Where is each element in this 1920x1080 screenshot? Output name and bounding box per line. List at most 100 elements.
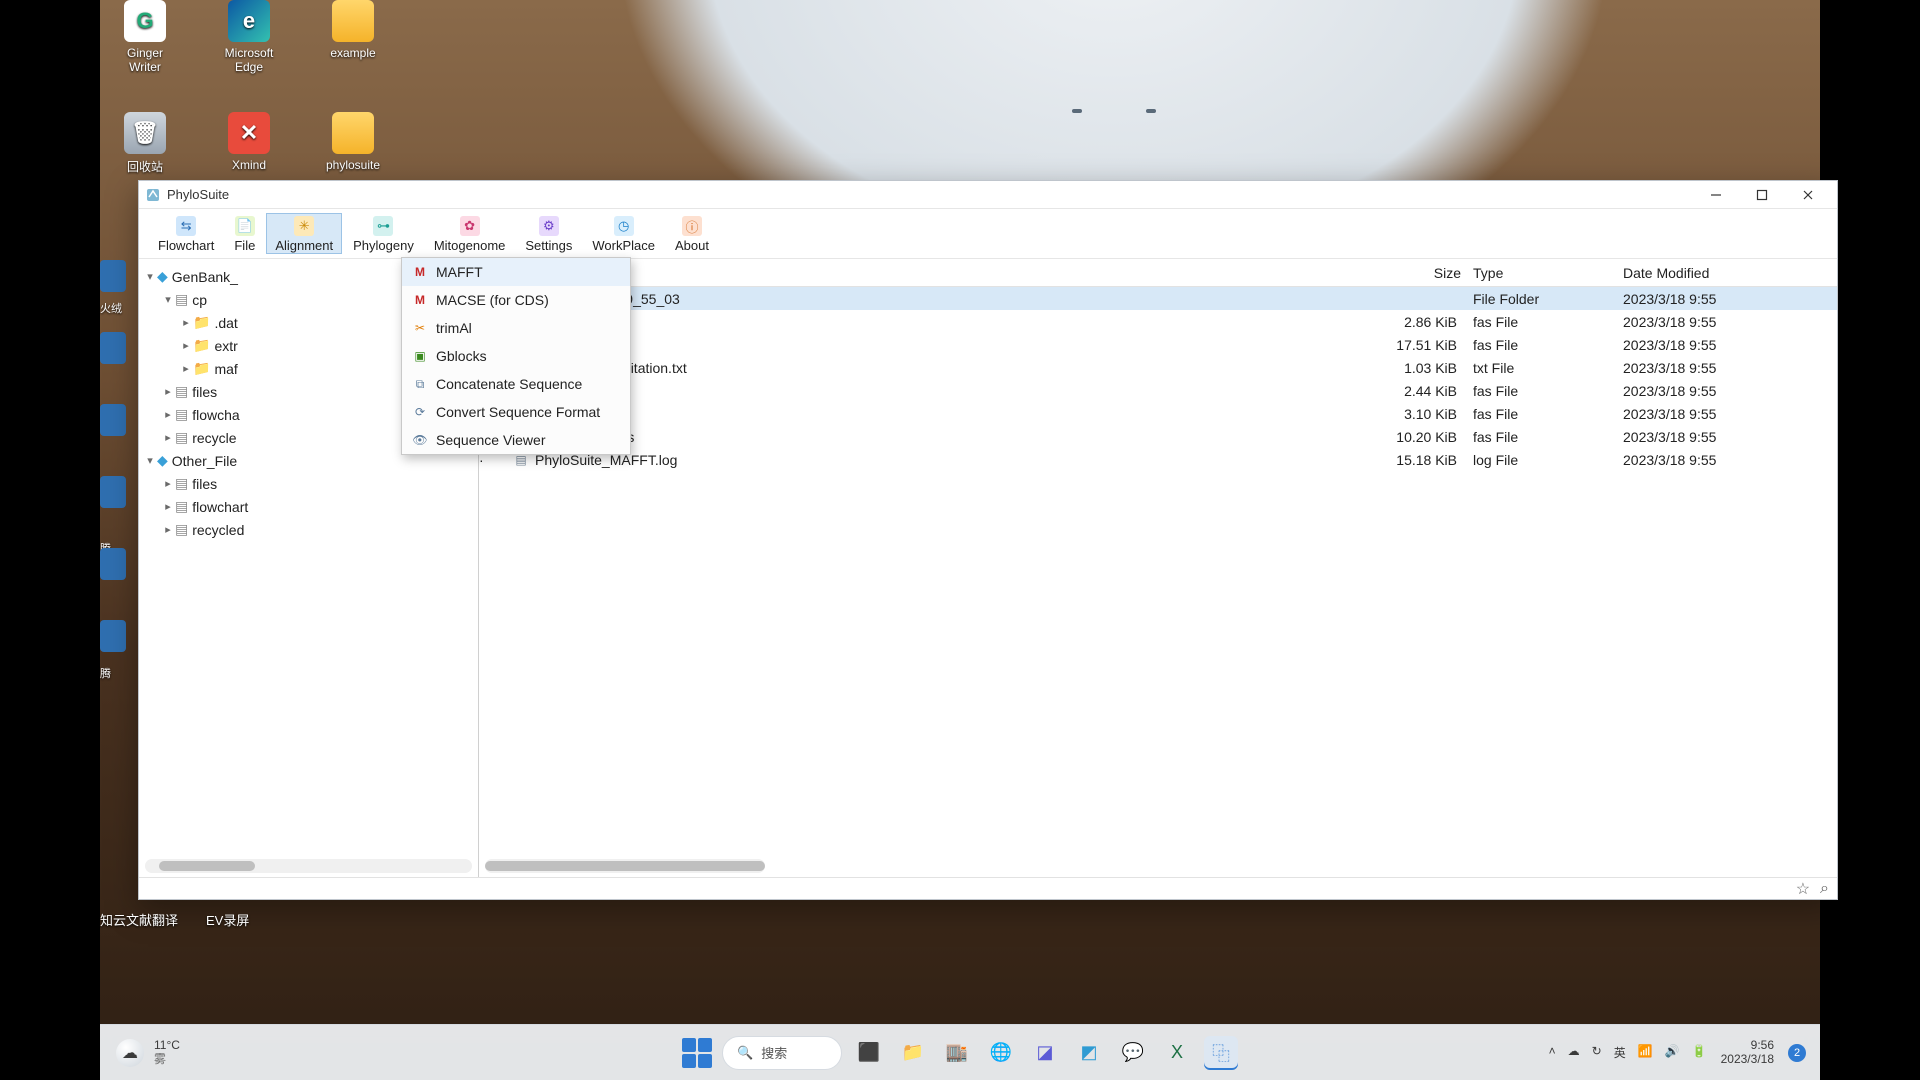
tree-horizontal-scrollbar[interactable] <box>145 859 472 873</box>
toolbar-flowchart[interactable]: ⇆ Flowchart <box>149 213 223 254</box>
tray-icon-6[interactable]: 🔋 <box>1692 1044 1707 1061</box>
desktop-icon-phylosuite-folder[interactable]: phylosuite <box>318 112 388 175</box>
toolbar-settings[interactable]: ⚙Settings <box>516 213 581 254</box>
microsoft-edge-tile-icon: e <box>228 0 270 42</box>
tree-twisty-icon[interactable]: ▸ <box>161 408 175 421</box>
taskbar-app-app-purple[interactable]: ◪ <box>1028 1036 1062 1070</box>
menu-item-label: Sequence Viewer <box>436 432 545 448</box>
desktop-icon-label: phylosuite <box>326 158 380 172</box>
menu-item-macse[interactable]: MMACSE (for CDS) <box>402 286 630 314</box>
taskbar-app-file-explorer[interactable]: 📁 <box>896 1036 930 1070</box>
trimal-icon: ✂ <box>412 320 428 336</box>
toolbar-about[interactable]: ⓘAbout <box>666 213 718 254</box>
taskbar-search[interactable]: 🔍 搜索 <box>722 1036 842 1070</box>
file-size: 10.20 KiB <box>1337 429 1467 445</box>
window-title: PhyloSuite <box>167 187 229 202</box>
taskbar-app-app-blue[interactable]: ◩ <box>1072 1036 1106 1070</box>
menu-item-trimal[interactable]: ✂ trimAl <box>402 314 630 342</box>
table-row[interactable]: ·▤rps4_mafft.fas3.10 KiBfas File2023/3/1… <box>479 402 1837 425</box>
column-date[interactable]: Date Modified <box>1617 265 1837 281</box>
taskbar-app-phylosuite[interactable]: ⿻ <box>1204 1036 1238 1070</box>
desktop-icon-microsoft-edge[interactable]: e MicrosoftEdge <box>214 0 284 74</box>
file-type: txt File <box>1467 360 1617 376</box>
tree-twisty-icon[interactable]: ▸ <box>179 362 193 375</box>
star-icon[interactable]: ☆ <box>1796 879 1810 899</box>
tree-twisty-icon[interactable]: ▾ <box>161 293 175 306</box>
taskbar-weather[interactable]: ☁ 11°C 雾 <box>116 1039 180 1067</box>
table-row[interactable]: ·▤summary and citation.txt1.03 KiBtxt Fi… <box>479 356 1837 379</box>
file-icon: 📄 <box>235 216 255 236</box>
about-icon: ⓘ <box>682 216 702 236</box>
table-row[interactable]: ·▤rpoC1_mafft.fas10.20 KiBfas File2023/3… <box>479 425 1837 448</box>
tray-icon-4[interactable]: 📶 <box>1638 1044 1653 1061</box>
tree-twisty-icon[interactable]: ▸ <box>179 339 193 352</box>
file-type: fas File <box>1467 406 1617 422</box>
tree-doc-icon: ▤ <box>175 291 188 308</box>
desktop-icon-ginger-writer[interactable]: GGingerWriter <box>110 0 180 74</box>
tree-twisty-icon[interactable]: ▸ <box>161 385 175 398</box>
column-headers: ▾ Name▴ Size Type Date Modified <box>479 259 1837 287</box>
toolbar-alignment[interactable]: ✳Alignment <box>266 213 342 254</box>
tree-fld-icon: 📁 <box>193 360 210 377</box>
menu-item-sequence-viewer[interactable]: 👁Sequence Viewer <box>402 426 630 454</box>
search-icon[interactable]: ⌕ <box>1820 880 1829 898</box>
tree-twisty-icon[interactable]: ▾ <box>143 454 157 467</box>
toolbar-file[interactable]: 📄File <box>225 213 264 254</box>
file-type: log File <box>1467 452 1617 468</box>
taskbar-app-wechat[interactable]: 💬 <box>1116 1036 1150 1070</box>
tree-fld-icon: 📁 <box>193 337 210 354</box>
titlebar[interactable]: PhyloSuite <box>139 181 1837 209</box>
tray-icon-2[interactable]: ↻ <box>1592 1044 1602 1061</box>
list-horizontal-scrollbar[interactable] <box>485 859 765 873</box>
tree-node[interactable]: ▸▤files <box>143 472 474 495</box>
menu-item-gblocks[interactable]: ▣Gblocks <box>402 342 630 370</box>
minimize-button[interactable] <box>1693 181 1739 209</box>
table-row[interactable]: ·▤rps7_mafft.fas2.44 KiBfas File2023/3/1… <box>479 379 1837 402</box>
desktop-icon-recycle-bin[interactable]: 🗑回收站 <box>110 112 180 175</box>
tree-node[interactable]: ▸▤flowchart <box>143 495 474 518</box>
tree-twisty-icon[interactable]: ▸ <box>179 316 193 329</box>
desktop-icon-example-folder[interactable]: example <box>318 0 388 74</box>
menu-item-convert-sequence-format[interactable]: ⟳Convert Sequence Format <box>402 398 630 426</box>
column-size[interactable]: Size <box>1337 265 1467 281</box>
file-date: 2023/3/18 9:55 <box>1617 406 1837 422</box>
file-list-pane: ▾ Name▴ Size Type Date Modified ▸📁2023_0… <box>479 259 1837 877</box>
toolbar-workplace[interactable]: ◷WorkPlace <box>583 213 664 254</box>
tray-icon-0[interactable]: ˄ <box>1549 1044 1556 1061</box>
maximize-button[interactable] <box>1739 181 1785 209</box>
tree-twisty-icon[interactable]: ▸ <box>161 477 175 490</box>
toolbar-mitogenome[interactable]: ✿Mitogenome <box>425 213 515 254</box>
start-button[interactable] <box>682 1038 712 1068</box>
tree-twisty-icon[interactable]: ▸ <box>161 431 175 444</box>
taskbar-app-ms-store[interactable]: 🏬 <box>940 1036 974 1070</box>
tray-icon-5[interactable]: 🔊 <box>1665 1044 1680 1061</box>
taskbar-app-task-view[interactable]: ⬛ <box>852 1036 886 1070</box>
menu-item-concatenate-sequence[interactable]: ⧉Concatenate Sequence <box>402 370 630 398</box>
search-icon: 🔍 <box>737 1045 753 1061</box>
column-name[interactable]: Name▴ <box>507 265 1337 281</box>
tray-icon-3[interactable]: 英 <box>1614 1044 1626 1061</box>
column-type[interactable]: Type <box>1467 265 1617 281</box>
wechat-icon: 💬 <box>1122 1042 1144 1063</box>
menu-item-mafft[interactable]: MMAFFT <box>402 258 630 286</box>
toolbar-phylogeny[interactable]: ⊶Phylogeny <box>344 213 423 254</box>
menu-item-label: trimAl <box>436 320 472 336</box>
taskbar-app-edge[interactable]: 🌐 <box>984 1036 1018 1070</box>
tree-node[interactable]: ▸▤recycled <box>143 518 474 541</box>
flowchart-icon: ⇆ <box>176 216 196 236</box>
tree-twisty-icon[interactable]: ▾ <box>143 270 157 283</box>
table-row[interactable]: ▸📁2023_03_18-09_55_03File Folder2023/3/1… <box>479 287 1837 310</box>
table-row[interactable]: ·▤ycf1_mafft.fas17.51 KiBfas File2023/3/… <box>479 333 1837 356</box>
close-button[interactable] <box>1785 181 1831 209</box>
tray-icon-1[interactable]: ☁ <box>1568 1044 1580 1061</box>
taskbar-app-excel[interactable]: X <box>1160 1036 1194 1070</box>
tree-twisty-icon[interactable]: ▸ <box>161 523 175 536</box>
table-row[interactable]: ·▤PhyloSuite_MAFFT.log15.18 KiBlog File2… <box>479 448 1837 471</box>
desktop-icon-label: MicrosoftEdge <box>225 46 274 74</box>
desktop-icon-xmind[interactable]: ✕Xmind <box>214 112 284 175</box>
table-row[interactable]: ·▤ycf4_mafft.fas2.86 KiBfas File2023/3/1… <box>479 310 1837 333</box>
notification-badge[interactable]: 2 <box>1788 1044 1806 1062</box>
taskbar-clock[interactable]: 9:56 2023/3/18 <box>1721 1039 1774 1065</box>
toolbar-label: Flowchart <box>158 238 214 253</box>
tree-twisty-icon[interactable]: ▸ <box>161 500 175 513</box>
